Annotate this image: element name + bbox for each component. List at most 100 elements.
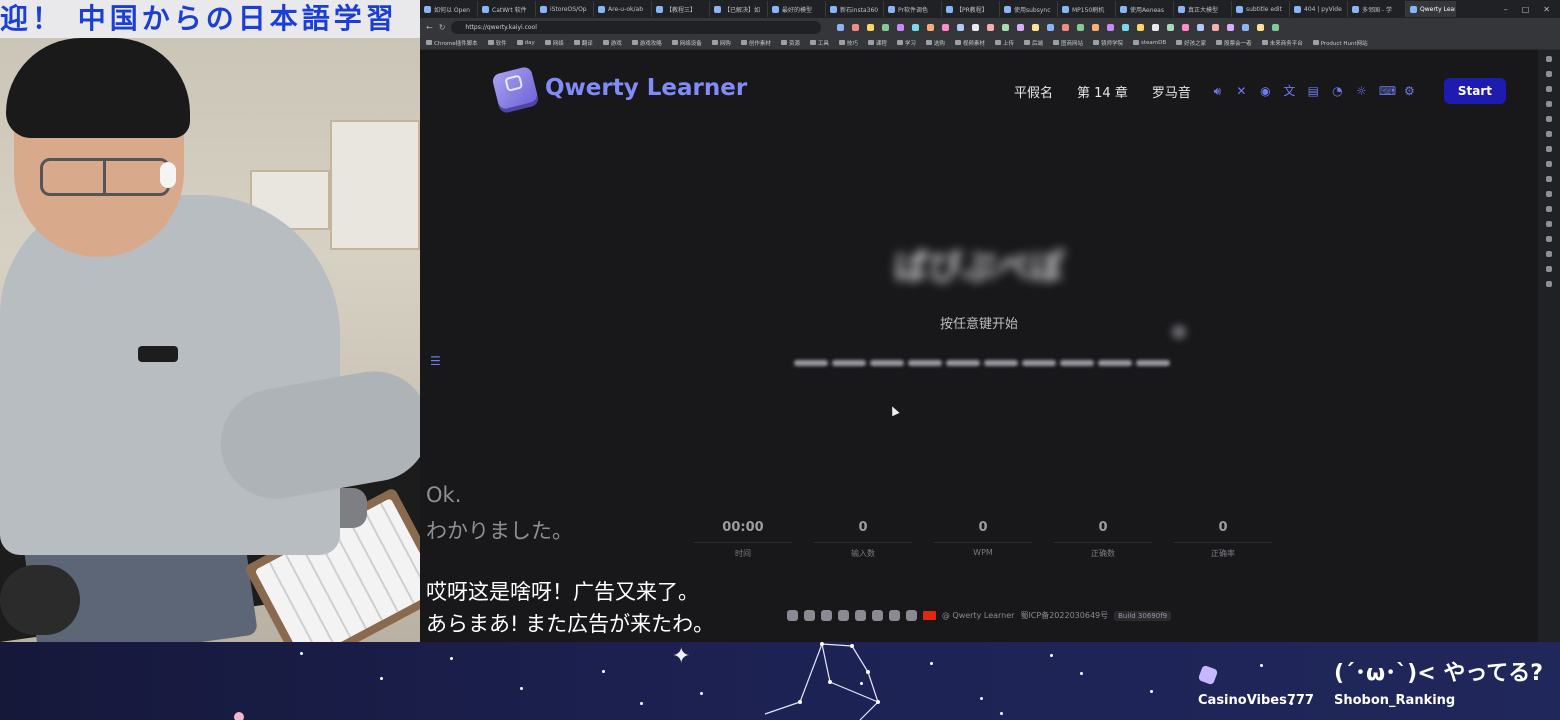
book-icon[interactable]: ▤ xyxy=(1307,84,1320,98)
bookmark-item[interactable]: 上传 xyxy=(995,39,1014,47)
minimize-icon[interactable]: – xyxy=(1504,5,1508,14)
extension-icon[interactable] xyxy=(957,23,965,31)
extension-icon[interactable] xyxy=(1032,23,1040,31)
extension-icon[interactable] xyxy=(972,23,980,31)
close-icon[interactable]: ✕ xyxy=(1543,5,1550,14)
extension-icon[interactable] xyxy=(1197,23,1205,31)
side-panel-icon[interactable] xyxy=(1546,266,1552,272)
bookmark-item[interactable]: 图商网站 xyxy=(1053,39,1083,47)
extension-icon[interactable] xyxy=(1152,23,1160,31)
wechat-icon[interactable] xyxy=(820,610,832,621)
side-panel-icon[interactable] xyxy=(1546,146,1552,152)
bookmark-item[interactable]: 翻译 xyxy=(574,39,593,47)
notes-icon[interactable] xyxy=(854,610,866,621)
sidebar-list-icon[interactable]: ☰ xyxy=(430,354,441,368)
app-logo[interactable]: Qwerty Learner xyxy=(491,65,747,111)
side-panel-icon[interactable] xyxy=(1546,221,1552,227)
bookmark-item[interactable]: 技巧 xyxy=(839,39,858,47)
side-panel-icon[interactable] xyxy=(1546,206,1552,212)
extension-icon[interactable] xyxy=(1047,23,1055,31)
gear-icon[interactable]: ⚙ xyxy=(1403,84,1416,98)
extension-icon[interactable] xyxy=(882,23,890,31)
bookmark-item[interactable]: 网购 xyxy=(712,39,731,47)
bookmark-item[interactable]: 未来商务平台 xyxy=(1262,39,1303,47)
browser-tab[interactable]: 404 | pyVide xyxy=(1290,1,1348,17)
side-panel-icon[interactable] xyxy=(1546,116,1552,122)
extension-icon[interactable] xyxy=(1257,23,1265,31)
eye-icon[interactable]: ◉ xyxy=(1259,84,1272,98)
browser-tab[interactable]: 【教程三】 xyxy=(652,1,710,17)
pronunciation-mode-select[interactable]: 罗马音 xyxy=(1152,82,1191,101)
bookmark-item[interactable]: steamDB xyxy=(1133,40,1166,46)
twitter-icon[interactable] xyxy=(837,610,849,621)
bookmark-item[interactable]: 股票会一者 xyxy=(1216,39,1252,47)
extension-icon[interactable] xyxy=(987,23,995,31)
sun-icon[interactable]: ☼ xyxy=(1355,84,1368,98)
reload-icon[interactable]: ↻ xyxy=(439,23,446,32)
bookmark-item[interactable]: 游戏 xyxy=(603,39,622,47)
bookmark-item[interactable]: 好孩之家 xyxy=(1176,39,1206,47)
browser-tab[interactable]: 使用Aeneas xyxy=(1116,1,1174,17)
shuffle-off-icon[interactable]: ✕ xyxy=(1235,84,1248,98)
bookmark-item[interactable]: 网络设备 xyxy=(672,39,702,47)
side-panel-icon[interactable] xyxy=(1546,101,1552,107)
extension-icon[interactable] xyxy=(1122,23,1130,31)
back-icon[interactable]: ← xyxy=(426,23,433,32)
browser-tab[interactable]: 最好的模型 xyxy=(768,1,826,17)
browser-tab[interactable]: 【PR教程】 xyxy=(942,1,1000,17)
dictionary-select[interactable]: 平假名 xyxy=(1014,82,1053,101)
extension-icon[interactable] xyxy=(867,23,875,31)
browser-tab[interactable]: CatWrt 软件 xyxy=(478,1,536,17)
browser-tab[interactable]: 真正大模型 xyxy=(1174,1,1232,17)
bookmark-item[interactable]: 视频素材 xyxy=(955,39,985,47)
browser-tab[interactable]: 【已解决】如 xyxy=(710,1,768,17)
bookmark-item[interactable]: Chrome插件脚本 xyxy=(426,39,478,47)
bookmark-item[interactable]: 学习 xyxy=(897,39,916,47)
extension-icon[interactable] xyxy=(927,23,935,31)
side-panel-icon[interactable] xyxy=(1546,71,1552,77)
extension-icon[interactable] xyxy=(1212,23,1220,31)
footer-credit[interactable]: @ Qwerty Learner xyxy=(942,611,1015,620)
side-panel-icon[interactable] xyxy=(1546,236,1552,242)
side-panel-icon[interactable] xyxy=(1546,161,1552,167)
url-input[interactable]: https://qwerty.kaiyi.cool xyxy=(451,20,822,34)
browser-tab[interactable]: 新石insta360 xyxy=(826,1,884,17)
extension-icon[interactable] xyxy=(1062,23,1070,31)
side-panel-icon[interactable] xyxy=(1546,86,1552,92)
extension-icon[interactable] xyxy=(912,23,920,31)
side-panel-icon[interactable] xyxy=(1546,131,1552,137)
start-button[interactable]: Start xyxy=(1443,78,1506,104)
bookmark-item[interactable]: 创作素材 xyxy=(741,39,771,47)
translate-icon[interactable]: 文 xyxy=(1283,84,1296,98)
word-speaker-icon[interactable] xyxy=(1172,325,1186,339)
browser-tab[interactable]: MP150刷机 xyxy=(1058,1,1116,17)
extension-icon[interactable] xyxy=(837,23,845,31)
vscode-icon[interactable] xyxy=(871,610,883,621)
side-panel-icon[interactable] xyxy=(1546,176,1552,182)
speaker-icon[interactable]: 🔊︎ xyxy=(1211,84,1224,98)
github-icon[interactable] xyxy=(786,610,798,621)
browser-tab[interactable]: Are-u-ok/ab xyxy=(594,1,652,17)
bookmark-item[interactable]: 后端 xyxy=(1024,39,1043,47)
bookmark-item[interactable]: 镜师学院 xyxy=(1093,39,1123,47)
extension-icon[interactable] xyxy=(897,23,905,31)
extension-icon[interactable] xyxy=(1077,23,1085,31)
browser-tab[interactable]: iStoreOS/Op xyxy=(536,1,594,17)
extension-icon[interactable] xyxy=(1242,23,1250,31)
bookmark-item[interactable]: day xyxy=(517,40,535,46)
bookmark-item[interactable]: 选购 xyxy=(926,39,945,47)
extension-icon[interactable] xyxy=(1227,23,1235,31)
extension-icon[interactable] xyxy=(1167,23,1175,31)
side-panel-icon[interactable] xyxy=(1546,281,1552,287)
extension-icon[interactable] xyxy=(942,23,950,31)
side-panel-icon[interactable] xyxy=(1546,251,1552,257)
browser-tab[interactable]: 多邻国 - 学 xyxy=(1348,1,1406,17)
browser-tab[interactable]: subtitle edit xyxy=(1232,1,1290,17)
extension-icon[interactable] xyxy=(1182,23,1190,31)
mail-icon[interactable] xyxy=(888,610,900,621)
side-panel-icon[interactable] xyxy=(1546,56,1552,62)
extension-icon[interactable] xyxy=(1092,23,1100,31)
chart-icon[interactable]: ◔ xyxy=(1331,84,1344,98)
chapter-select[interactable]: 第 14 章 xyxy=(1077,82,1128,101)
maximize-icon[interactable]: □ xyxy=(1522,5,1530,14)
